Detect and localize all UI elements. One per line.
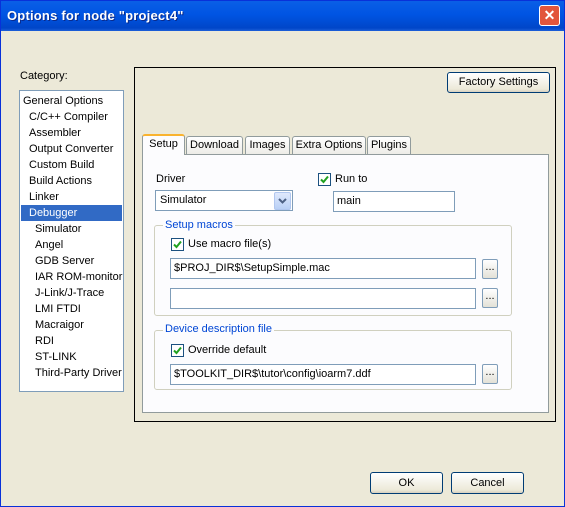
category-item[interactable]: General Options (21, 93, 122, 109)
driver-label: Driver (156, 173, 186, 185)
chevron-down-icon[interactable] (274, 192, 291, 210)
browse-device-file-button[interactable]: ... (482, 364, 498, 384)
category-item[interactable]: Angel (21, 237, 122, 253)
category-item[interactable]: Macraigor (21, 317, 122, 333)
run-to-input[interactable]: main (333, 191, 455, 212)
category-item[interactable]: Simulator (21, 221, 122, 237)
cancel-button[interactable]: Cancel (451, 472, 524, 494)
category-item[interactable]: C/C++ Compiler (21, 109, 122, 125)
macro-file-input-1[interactable]: $PROJ_DIR$\SetupSimple.mac (170, 258, 476, 279)
use-macro-checkbox[interactable] (171, 238, 184, 251)
browse-macro-1-button[interactable]: ... (482, 259, 498, 279)
category-item[interactable]: IAR ROM-monitor (21, 269, 122, 285)
tab-extra-options[interactable]: Extra Options (292, 136, 366, 155)
close-button[interactable]: ✕ (539, 5, 560, 26)
checkmark-icon (320, 175, 329, 184)
category-item[interactable]: J-Link/J-Trace (21, 285, 122, 301)
browse-macro-2-button[interactable]: ... (482, 288, 498, 308)
category-item[interactable]: RDI (21, 333, 122, 349)
title-bar: Options for node "project4" ✕ (1, 1, 564, 31)
category-item[interactable]: Custom Build (21, 157, 122, 173)
options-dialog: Options for node "project4" ✕ Category: … (0, 0, 565, 507)
window-title: Options for node "project4" (7, 8, 184, 23)
checkmark-icon (173, 346, 182, 355)
tab-download[interactable]: Download (186, 136, 243, 155)
use-macro-label: Use macro file(s) (188, 238, 272, 250)
category-item[interactable]: Output Converter (21, 141, 122, 157)
category-item[interactable]: LMI FTDI (21, 301, 122, 317)
tab-images[interactable]: Images (245, 136, 290, 155)
run-to-label: Run to (335, 173, 368, 185)
device-file-input[interactable]: $TOOLKIT_DIR$\tutor\config\ioarm7.ddf (170, 364, 476, 385)
checkmark-icon (173, 240, 182, 249)
macro-file-input-2[interactable] (170, 288, 476, 309)
category-item[interactable]: Assembler (21, 125, 122, 141)
override-default-label: Override default (188, 344, 267, 356)
override-default-checkbox[interactable] (171, 344, 184, 357)
run-to-checkbox[interactable] (318, 173, 331, 186)
category-item[interactable]: Linker (21, 189, 122, 205)
category-item[interactable]: GDB Server (21, 253, 122, 269)
category-item[interactable]: Debugger (21, 205, 122, 221)
factory-settings-button[interactable]: Factory Settings (447, 72, 550, 93)
driver-select[interactable]: Simulator (155, 190, 293, 211)
category-item[interactable]: ST-LINK (21, 349, 122, 365)
driver-select-value: Simulator (160, 194, 207, 206)
tab-setup[interactable]: Setup (142, 134, 185, 155)
setup-macros-group-label: Setup macros (163, 219, 235, 231)
category-label: Category: (20, 70, 68, 82)
tab-plugins[interactable]: Plugins (367, 136, 411, 155)
category-item[interactable]: Third-Party Driver (21, 365, 122, 381)
device-description-group-label: Device description file (163, 323, 274, 335)
ok-button[interactable]: OK (370, 472, 443, 494)
category-item[interactable]: Build Actions (21, 173, 122, 189)
category-list[interactable]: General Options C/C++ Compiler Assembler Ou… (19, 90, 124, 392)
